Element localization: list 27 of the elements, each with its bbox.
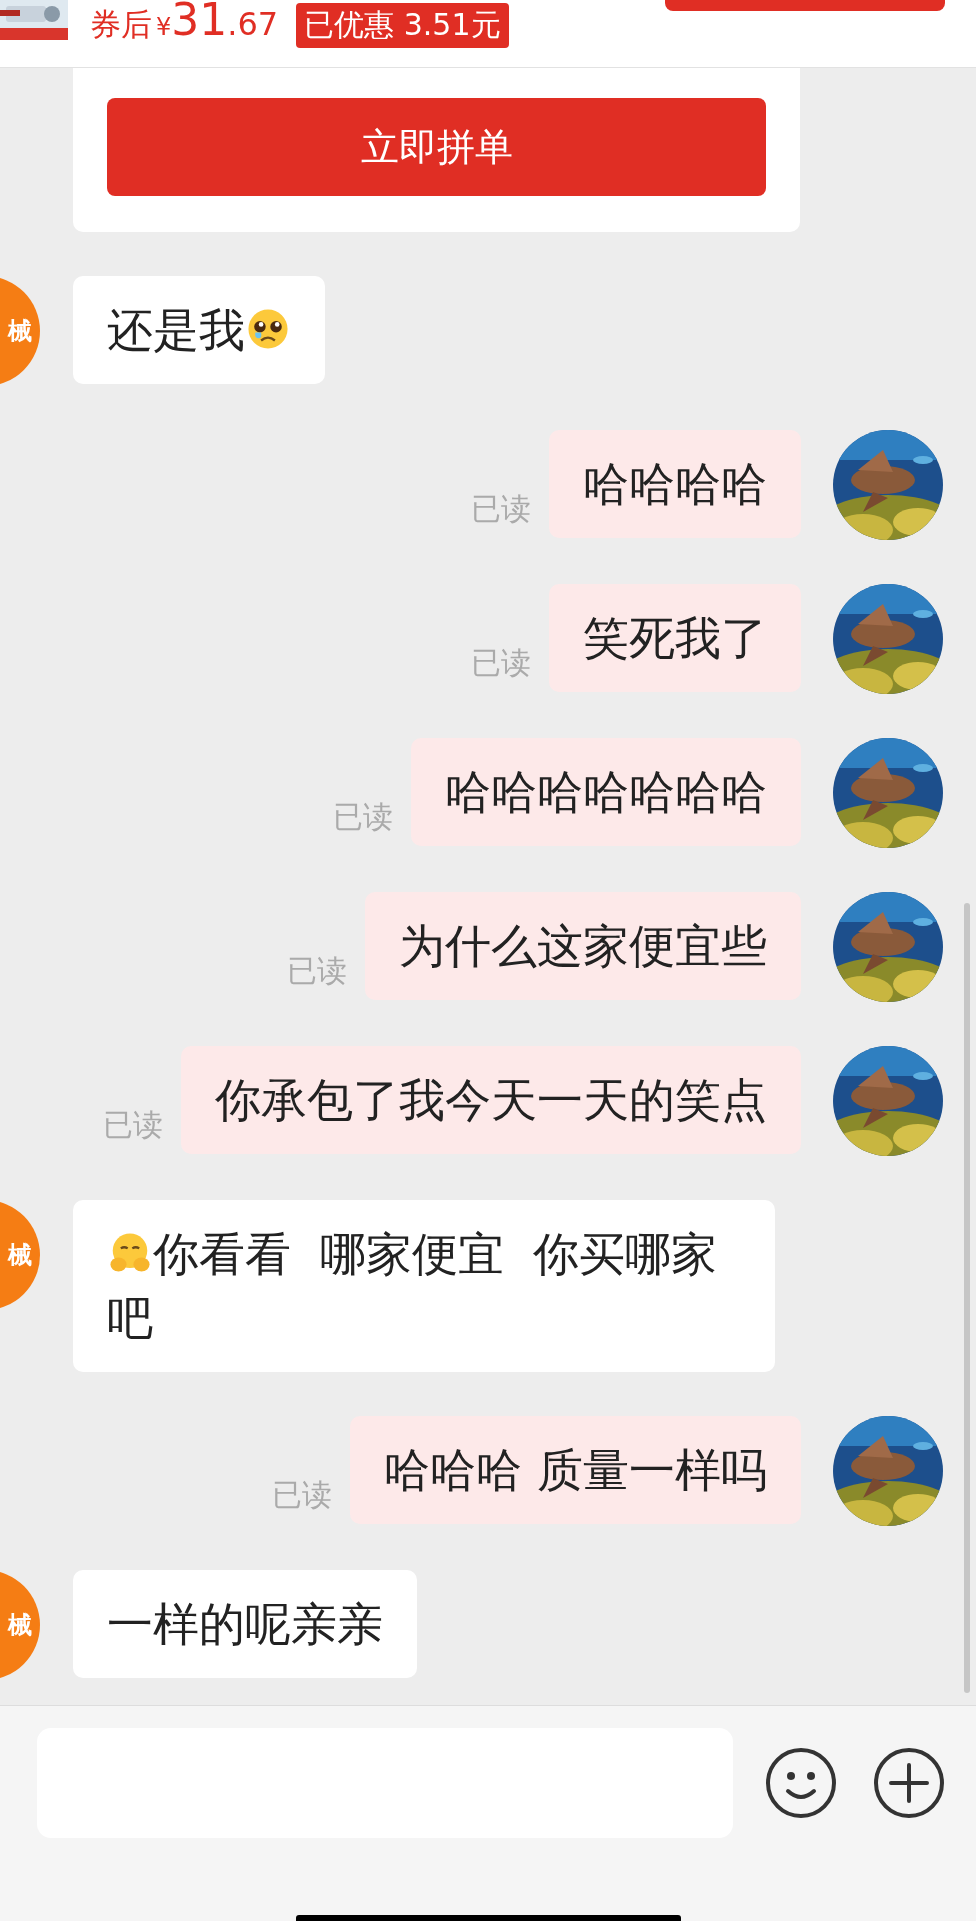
discount-badge: 已优惠 3.51元 — [296, 3, 509, 48]
currency: ¥ — [156, 13, 172, 41]
price-decimal: .67 — [227, 5, 279, 43]
message-bubble: 一样的呢亲亲 — [73, 1570, 417, 1678]
read-status: 已读 — [272, 1476, 333, 1514]
message-bubble: 为什么这家便宜些 — [365, 892, 801, 1000]
shop-avatar[interactable]: 械 — [0, 1200, 40, 1310]
read-status: 已读 — [103, 1106, 163, 1144]
message-bubble: 哈哈哈哈哈哈哈 — [411, 738, 801, 846]
add-icon[interactable] — [873, 1747, 945, 1819]
shop-avatar[interactable]: 械 — [0, 1570, 40, 1680]
read-status: 已读 — [471, 644, 531, 682]
read-status: 已读 — [471, 490, 531, 528]
message-bubble: 哈哈哈哈 — [549, 430, 801, 538]
read-status: 已读 — [287, 952, 347, 990]
price-label: 券后 — [90, 5, 152, 44]
order-button[interactable]: 立即拼单 — [107, 98, 766, 196]
message-bubble: 哈哈哈 质量一样吗 — [350, 1416, 801, 1524]
emoji-icon[interactable] — [765, 1747, 837, 1819]
read-status: 已读 — [333, 798, 393, 836]
message-bubble: 你看看 哪家便宜 你买哪家吧 — [73, 1200, 775, 1372]
message-bubble: 还是我 — [73, 276, 325, 384]
message-bubble: 你承包了我今天一天的笑点 — [181, 1046, 801, 1154]
scrollbar[interactable] — [964, 903, 970, 1693]
price-integer: 31 — [171, 0, 228, 45]
shop-avatar[interactable]: 械 — [0, 276, 40, 386]
message-bubble: 笑死我了 — [549, 584, 801, 692]
